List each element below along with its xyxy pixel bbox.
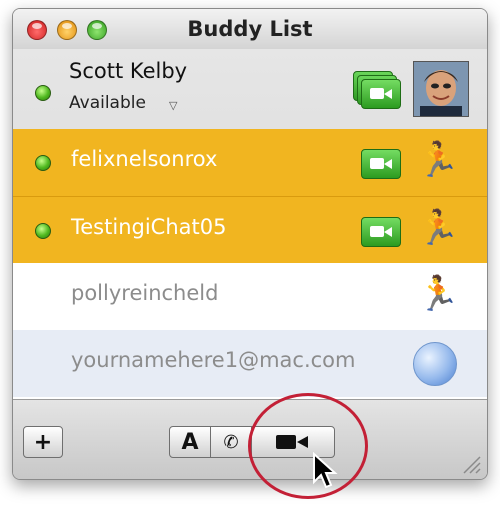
phone-icon: ✆ — [223, 431, 239, 453]
my-avatar[interactable] — [413, 61, 469, 117]
my-status-area: Scott Kelby Available ▽ — [13, 51, 487, 123]
video-chat-icon[interactable] — [361, 149, 401, 179]
resize-grip-icon[interactable] — [461, 454, 481, 474]
aim-running-man-icon: 🏃 — [417, 274, 460, 314]
online-indicator — [35, 223, 51, 239]
title-bar[interactable]: Buddy List — [13, 9, 487, 49]
video-chat-icon[interactable] — [361, 217, 401, 247]
my-online-indicator — [35, 85, 51, 101]
my-name: Scott Kelby — [69, 59, 188, 83]
dotmac-globe-icon — [413, 342, 457, 386]
status-dropdown-caret-icon[interactable]: ▽ — [169, 99, 177, 112]
buddy-list: felixnelsonrox 🏃 TestingiChat05 🏃 pollyr… — [13, 129, 487, 399]
buddy-list-window: Buddy List Scott Kelby Available ▽ felix… — [12, 8, 488, 480]
buddy-row[interactable]: TestingiChat05 🏃 — [13, 196, 487, 264]
buddy-row[interactable]: felixnelsonrox 🏃 — [13, 129, 487, 196]
buddy-row[interactable]: pollyreincheld 🏃 — [13, 263, 487, 330]
status-menu[interactable]: Available — [69, 93, 146, 113]
highlight-circle — [248, 393, 368, 499]
add-buddy-button[interactable]: + — [23, 426, 63, 458]
mouse-pointer-icon — [313, 452, 338, 489]
aim-running-man-icon: 🏃 — [417, 140, 460, 180]
audio-chat-button[interactable]: ✆ — [210, 426, 252, 458]
buddy-name: TestingiChat05 — [71, 215, 227, 239]
my-video-capable-icon — [353, 71, 405, 111]
online-indicator — [35, 155, 51, 171]
buddy-row[interactable]: yournamehere1@mac.com — [13, 330, 487, 397]
text-chat-button[interactable]: A — [169, 426, 211, 458]
buddy-name: pollyreincheld — [71, 281, 219, 305]
buddy-name: felixnelsonrox — [71, 147, 218, 171]
aim-running-man-icon: 🏃 — [417, 208, 460, 248]
buddy-name: yournamehere1@mac.com — [71, 348, 356, 372]
window-title: Buddy List — [187, 17, 313, 41]
